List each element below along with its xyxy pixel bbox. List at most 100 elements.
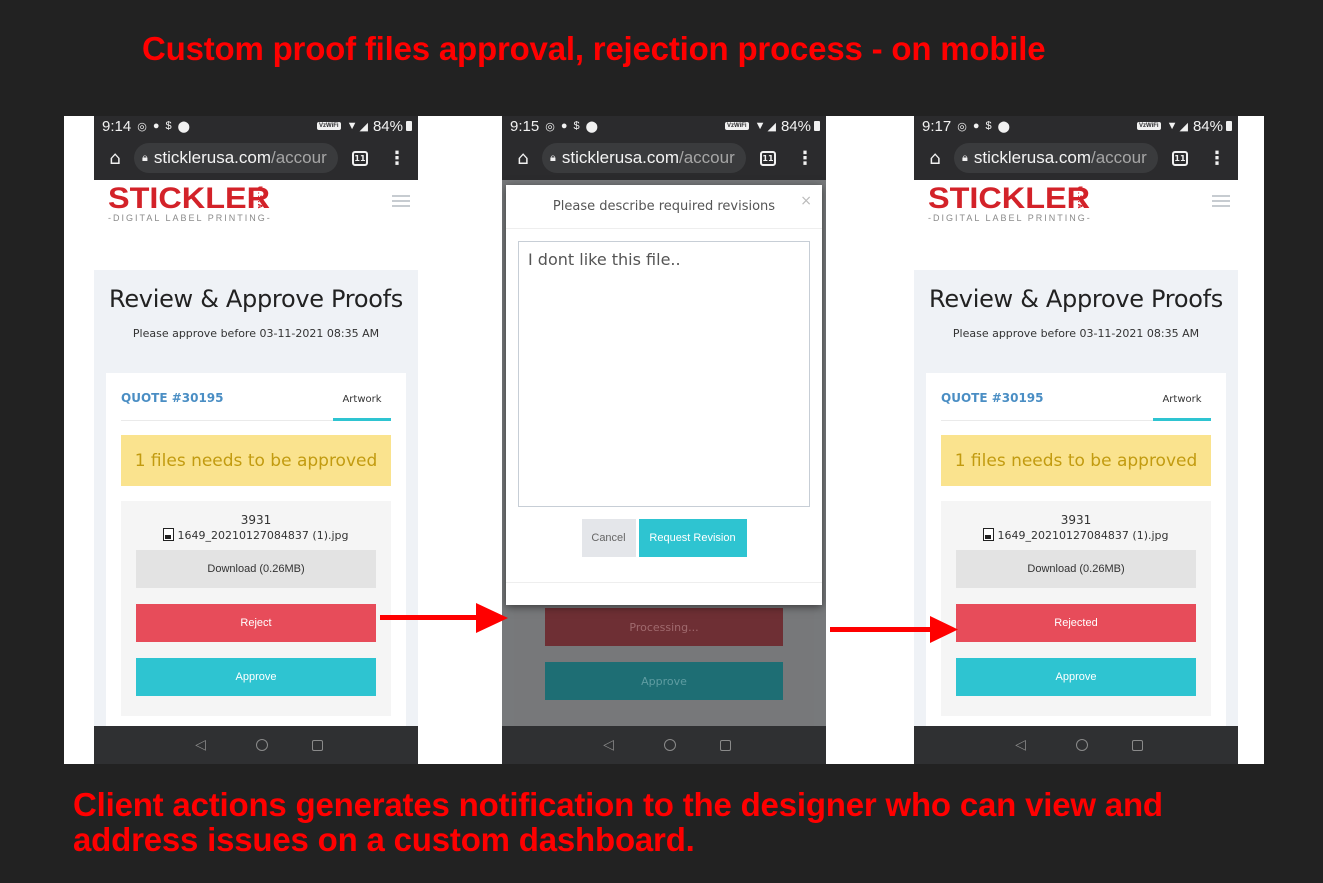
- approve-button[interactable]: Approve: [956, 658, 1196, 696]
- dollar-icon: $: [165, 120, 172, 132]
- file-name: 1649_20210127084837 (1).jpg: [997, 529, 1169, 542]
- request-revision-button[interactable]: Request Revision: [638, 519, 747, 557]
- battery-percent: 84%: [372, 117, 403, 135]
- home-icon[interactable]: ⌂: [924, 148, 946, 169]
- whatsapp-icon: ◎: [957, 120, 967, 133]
- headline-annotation: Custom proof files approval, rejection p…: [142, 30, 1046, 67]
- revision-notes-input[interactable]: I dont like this file..: [518, 241, 810, 507]
- back-icon[interactable]: ◁: [598, 737, 620, 753]
- close-icon[interactable]: ×: [800, 193, 812, 209]
- whatsapp-icon: ◎: [545, 120, 555, 133]
- approval-deadline: Please approve before 03-11-2021 08:35 A…: [952, 327, 1200, 340]
- dollar-icon: $: [573, 120, 580, 132]
- wifi-icon: ▼: [1166, 120, 1178, 132]
- status-bar: 9:17 ◎ ● $ ⬤ VzWiFi ▼ ◢ 84%: [914, 116, 1238, 136]
- home-circle-icon[interactable]: [663, 739, 676, 751]
- home-circle-icon[interactable]: [255, 739, 268, 751]
- message-icon: ●: [560, 120, 568, 132]
- wifi-calling-badge: VzWiFi: [724, 122, 749, 130]
- recents-icon[interactable]: [311, 739, 323, 751]
- address-bar[interactable]: 🔒︎ sticklerusa.com/accour: [134, 143, 338, 173]
- recents-icon[interactable]: [1131, 739, 1143, 751]
- lock-icon: 🔒︎: [550, 151, 556, 164]
- caption-annotation: Client actions generates notification to…: [73, 786, 1163, 858]
- android-nav-bar: ◁: [94, 726, 418, 764]
- stickler-logo[interactable]: STICKLER U.S.A -DIGITAL LABEL PRINTING-: [108, 184, 272, 224]
- tab-artwork[interactable]: Artwork: [333, 394, 391, 421]
- tab-switcher-button[interactable]: 11: [1172, 150, 1188, 166]
- pending-approval-alert: 1 files needs to be approved: [941, 435, 1211, 486]
- page-title: Review & Approve Proofs: [109, 285, 403, 313]
- address-bar[interactable]: 🔒︎ sticklerusa.com/accour: [954, 143, 1158, 173]
- whatsapp-icon: ◎: [137, 120, 147, 133]
- more-vert-icon[interactable]: ⋮: [388, 148, 406, 169]
- file-id: 3931: [1060, 513, 1092, 527]
- hamburger-menu-icon[interactable]: [392, 195, 410, 210]
- approve-button[interactable]: Approve: [136, 658, 376, 696]
- approval-deadline: Please approve before 03-11-2021 08:35 A…: [132, 327, 380, 340]
- lock-icon: 🔒︎: [962, 151, 968, 164]
- processing-button: Processing...: [545, 608, 783, 646]
- battery-percent: 84%: [780, 117, 811, 135]
- tab-switcher-button[interactable]: 11: [760, 150, 776, 166]
- home-circle-icon[interactable]: [1075, 739, 1088, 751]
- pending-approval-alert: 1 files needs to be approved: [121, 435, 391, 486]
- status-time: 9:14: [102, 117, 132, 135]
- wifi-calling-badge: VzWiFi: [1136, 122, 1161, 130]
- modal-title: Please describe required revisions: [552, 199, 776, 214]
- arrow-right-icon: [830, 616, 958, 643]
- proof-file-item: 3931 1649_20210127084837 (1).jpg Downloa…: [941, 501, 1211, 716]
- signal-icon: ◢: [359, 120, 368, 133]
- address-bar[interactable]: 🔒︎ sticklerusa.com/accour: [542, 143, 746, 173]
- battery-percent: 84%: [1192, 117, 1223, 135]
- signal-icon: ◢: [767, 120, 776, 133]
- back-icon[interactable]: ◁: [1010, 737, 1032, 753]
- tab-artwork[interactable]: Artwork: [1153, 394, 1211, 421]
- browser-toolbar: ⌂ 🔒︎ sticklerusa.com/accour 11 ⋮: [502, 136, 826, 180]
- quote-card: QUOTE #30195 Artwork 1 files needs to be…: [926, 373, 1226, 726]
- site-header: STICKLER U.S.A -DIGITAL LABEL PRINTING-: [94, 180, 418, 270]
- proof-panel: Review & Approve Proofs Please approve b…: [914, 270, 1238, 726]
- hamburger-menu-icon[interactable]: [1212, 195, 1230, 210]
- status-time: 9:15: [510, 117, 540, 135]
- home-icon[interactable]: ⌂: [512, 148, 534, 169]
- quote-number: QUOTE #30195: [941, 391, 1044, 405]
- stickler-logo[interactable]: STICKLER U.S.A -DIGITAL LABEL PRINTING-: [928, 184, 1092, 224]
- home-icon[interactable]: ⌂: [104, 148, 126, 169]
- browser-toolbar: ⌂ 🔒︎ sticklerusa.com/accour 11 ⋮: [94, 136, 418, 180]
- phone-screen-2: 9:15 ◎ ● $ ⬤ VzWiFi ▼ ◢ 84% ⌂ 🔒︎ stickle…: [502, 116, 826, 764]
- phone-screen-3: 9:17 ◎ ● $ ⬤ VzWiFi ▼ ◢ 84% ⌂ 🔒︎ stickle…: [914, 116, 1238, 764]
- reject-button[interactable]: Reject: [136, 604, 376, 642]
- download-button[interactable]: Download (0.26MB): [136, 550, 376, 588]
- proof-file-item: 3931 1649_20210127084837 (1).jpg Downloa…: [121, 501, 391, 716]
- signal-icon: ◢: [1179, 120, 1188, 133]
- battery-icon: [1226, 121, 1232, 131]
- android-nav-bar: ◁: [914, 726, 1238, 764]
- file-name: 1649_20210127084837 (1).jpg: [177, 529, 349, 542]
- status-bar: 9:15 ◎ ● $ ⬤ VzWiFi ▼ ◢ 84%: [502, 116, 826, 136]
- message-icon: ●: [152, 120, 160, 132]
- android-nav-bar: ◁: [502, 726, 826, 764]
- proof-panel: Review & Approve Proofs Please approve b…: [94, 270, 418, 726]
- back-icon[interactable]: ◁: [190, 737, 212, 753]
- recents-icon[interactable]: [719, 739, 731, 751]
- download-button[interactable]: Download (0.26MB): [956, 550, 1196, 588]
- image-file-icon: [163, 528, 175, 541]
- more-vert-icon[interactable]: ⋮: [1208, 148, 1226, 169]
- image-file-icon: [983, 528, 995, 541]
- quote-card: QUOTE #30195 Artwork 1 files needs to be…: [106, 373, 406, 726]
- location-icon: ⬤: [997, 120, 1010, 133]
- battery-icon: [406, 121, 412, 131]
- more-vert-icon[interactable]: ⋮: [796, 148, 814, 169]
- location-icon: ⬤: [177, 120, 190, 133]
- file-id: 3931: [240, 513, 272, 527]
- browser-toolbar: ⌂ 🔒︎ sticklerusa.com/accour 11 ⋮: [914, 136, 1238, 180]
- cancel-button[interactable]: Cancel: [581, 519, 636, 557]
- rejected-status-button[interactable]: Rejected: [956, 604, 1196, 642]
- wifi-icon: ▼: [346, 120, 358, 132]
- quote-number: QUOTE #30195: [121, 391, 224, 405]
- lock-icon: 🔒︎: [142, 151, 148, 164]
- approve-button-disabled: Approve: [545, 662, 783, 700]
- battery-icon: [814, 121, 820, 131]
- tab-switcher-button[interactable]: 11: [352, 150, 368, 166]
